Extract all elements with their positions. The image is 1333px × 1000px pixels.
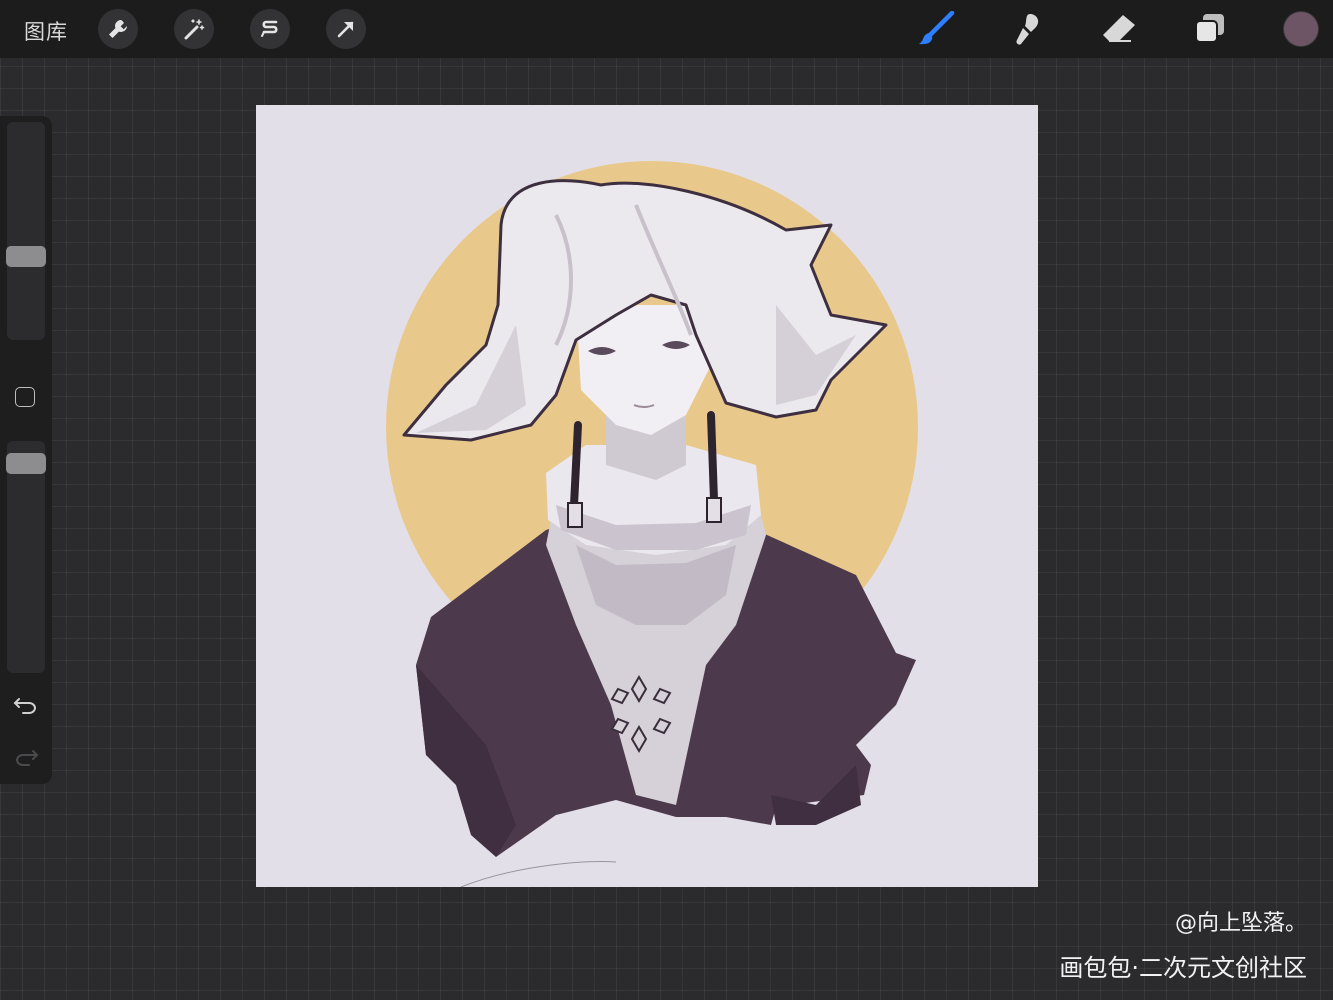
brush-icon[interactable] — [916, 11, 956, 47]
watermark-author: @向上坠落。 — [1174, 911, 1307, 936]
wrench-icon[interactable] — [98, 9, 138, 49]
transform-arrow-icon[interactable] — [326, 9, 366, 49]
smudge-icon[interactable] — [1008, 11, 1048, 47]
brush-size-knob[interactable] — [6, 246, 46, 267]
square-icon[interactable] — [15, 387, 35, 407]
artwork-illustration — [256, 105, 1038, 887]
color-picker[interactable] — [1284, 12, 1318, 46]
watermark-source: 画包包·二次元文创社区 — [1059, 954, 1307, 982]
opacity-knob[interactable] — [6, 453, 46, 474]
top-toolbar: 图库 — [0, 0, 1333, 58]
brush-size-slider[interactable] — [7, 122, 45, 340]
selection-icon[interactable] — [250, 9, 290, 49]
redo-icon[interactable] — [12, 746, 40, 770]
brush-sidebar — [0, 116, 52, 784]
opacity-slider[interactable] — [7, 441, 45, 673]
layers-icon[interactable] — [1190, 11, 1230, 47]
drawing-canvas[interactable] — [256, 105, 1038, 887]
gallery-button[interactable]: 图库 — [24, 16, 68, 46]
undo-icon[interactable] — [12, 694, 40, 718]
eraser-icon[interactable] — [1099, 11, 1139, 47]
magic-wand-icon[interactable] — [174, 9, 214, 49]
